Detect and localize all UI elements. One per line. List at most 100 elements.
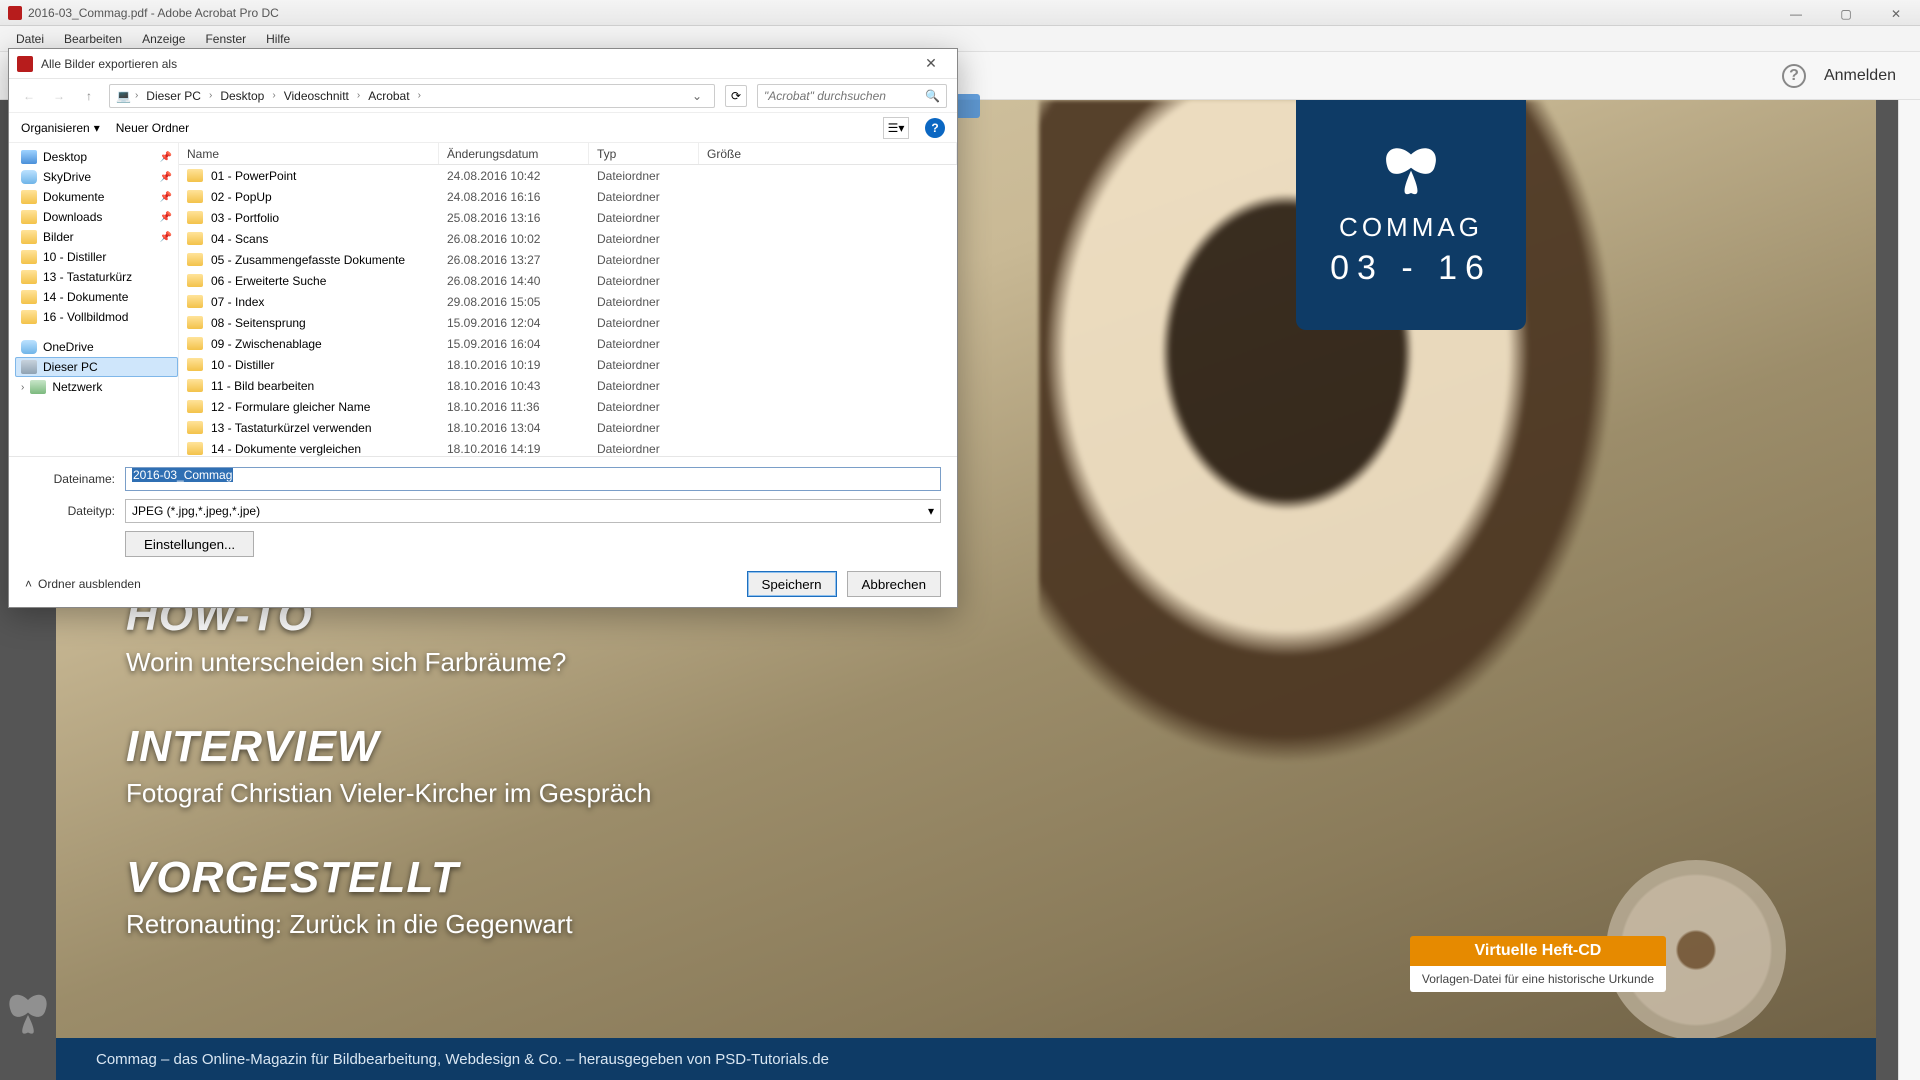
search-icon[interactable]: 🔍 [925, 89, 940, 103]
section-sub: Fotograf Christian Vieler-Kircher im Ges… [126, 778, 651, 809]
file-row[interactable]: 08 - Seitensprung15.09.2016 12:04Dateior… [179, 312, 957, 333]
nav-item[interactable]: 10 - Distiller [15, 247, 178, 267]
nav-item[interactable]: Desktop📌 [15, 147, 178, 167]
nav-back-button[interactable]: ← [19, 86, 39, 106]
nav-item[interactable]: Dokumente📌 [15, 187, 178, 207]
sign-in-link[interactable]: Anmelden [1824, 67, 1896, 85]
file-row[interactable]: 07 - Index29.08.2016 15:05Dateiordner [179, 291, 957, 312]
nav-up-button[interactable]: ↑ [79, 86, 99, 106]
file-row[interactable]: 01 - PowerPoint24.08.2016 10:42Dateiordn… [179, 165, 957, 186]
file-type: Dateiordner [597, 337, 707, 351]
close-app-button[interactable]: ✕ [1878, 4, 1914, 24]
filename-input[interactable]: 2016-03_Commag [125, 467, 941, 491]
butterfly-watermark-icon [3, 990, 53, 1040]
column-headers[interactable]: Name Änderungsdatum Typ Größe [179, 143, 957, 165]
file-row[interactable]: 06 - Erweiterte Suche26.08.2016 14:40Dat… [179, 270, 957, 291]
col-date[interactable]: Änderungsdatum [439, 143, 589, 164]
menu-file[interactable]: Datei [6, 32, 54, 46]
refresh-button[interactable]: ⟳ [725, 85, 747, 107]
settings-button[interactable]: Einstellungen... [125, 531, 254, 557]
dialog-help-icon[interactable]: ? [925, 118, 945, 138]
cd-subtitle: Vorlagen-Datei für eine historische Urku… [1410, 966, 1666, 992]
file-row[interactable]: 09 - Zwischenablage15.09.2016 16:04Datei… [179, 333, 957, 354]
file-row[interactable]: 14 - Dokumente vergleichen18.10.2016 14:… [179, 438, 957, 456]
file-type: Dateiordner [597, 400, 707, 414]
nav-label: Bilder [43, 230, 74, 244]
file-row[interactable]: 02 - PopUp24.08.2016 16:16Dateiordner [179, 186, 957, 207]
chevron-right-icon: › [135, 90, 138, 101]
col-name[interactable]: Name [179, 143, 439, 164]
file-date: 15.09.2016 16:04 [447, 337, 597, 351]
view-mode-button[interactable]: ☰▾ [883, 117, 909, 139]
folder-icon [21, 210, 37, 224]
file-row[interactable]: 11 - Bild bearbeiten18.10.2016 10:43Date… [179, 375, 957, 396]
file-row[interactable]: 04 - Scans26.08.2016 10:02Dateiordner [179, 228, 957, 249]
menu-help[interactable]: Hilfe [256, 32, 300, 46]
nav-item[interactable]: Downloads📌 [15, 207, 178, 227]
pin-icon: 📌 [160, 152, 172, 163]
desktop-icon [21, 150, 37, 164]
file-type: Dateiordner [597, 190, 707, 204]
breadcrumb-dropdown-icon[interactable]: ⌄ [686, 89, 708, 103]
magazine-name: COMMAG [1339, 212, 1483, 243]
file-row[interactable]: 05 - Zusammengefasste Dokumente26.08.201… [179, 249, 957, 270]
app-titlebar: 2016-03_Commag.pdf - Adobe Acrobat Pro D… [0, 0, 1920, 26]
file-list[interactable]: 01 - PowerPoint24.08.2016 10:42Dateiordn… [179, 165, 957, 456]
nav-item[interactable]: OneDrive [15, 337, 178, 357]
help-icon[interactable]: ? [1782, 64, 1806, 88]
col-type[interactable]: Typ [589, 143, 699, 164]
nav-item[interactable]: Bilder📌 [15, 227, 178, 247]
search-box[interactable]: 🔍 [757, 84, 947, 108]
tools-pane-collapsed[interactable] [1898, 100, 1920, 1080]
filename-label: Dateiname: [25, 472, 125, 486]
file-row[interactable]: 10 - Distiller18.10.2016 10:19Dateiordne… [179, 354, 957, 375]
new-folder-button[interactable]: Neuer Ordner [116, 121, 189, 135]
nav-forward-button[interactable]: → [49, 86, 69, 106]
save-button[interactable]: Speichern [747, 571, 837, 597]
file-row[interactable]: 12 - Formulare gleicher Name18.10.2016 1… [179, 396, 957, 417]
crumb[interactable]: Acrobat [364, 89, 413, 103]
file-name: 02 - PopUp [211, 190, 447, 204]
nav-item[interactable]: Dieser PC [15, 357, 178, 377]
file-row[interactable]: 03 - Portfolio25.08.2016 13:16Dateiordne… [179, 207, 957, 228]
menu-window[interactable]: Fenster [195, 32, 256, 46]
section-title: INTERVIEW [126, 722, 651, 772]
pin-icon: 📌 [160, 212, 172, 223]
file-name: 09 - Zwischenablage [211, 337, 447, 351]
file-name: 14 - Dokumente vergleichen [211, 442, 447, 456]
nav-item[interactable]: SkyDrive📌 [15, 167, 178, 187]
pin-icon: 📌 [160, 172, 172, 183]
file-date: 18.10.2016 10:43 [447, 379, 597, 393]
nav-item[interactable]: ›Netzwerk [15, 377, 178, 397]
hide-folders-toggle[interactable]: ˄ Ordner ausblenden [25, 577, 141, 591]
acrobat-icon [8, 6, 22, 20]
maximize-button[interactable]: ▢ [1828, 4, 1864, 24]
search-input[interactable] [764, 89, 925, 103]
menu-view[interactable]: Anzeige [132, 32, 195, 46]
nav-item[interactable]: 16 - Vollbildmod [15, 307, 178, 327]
file-row[interactable]: 13 - Tastaturkürzel verwenden18.10.2016 … [179, 417, 957, 438]
crumb[interactable]: Dieser PC [142, 89, 205, 103]
crumb[interactable]: Videoschnitt [280, 89, 353, 103]
section-sub: Worin unterscheiden sich Farbräume? [126, 647, 651, 678]
cancel-button[interactable]: Abbrechen [847, 571, 941, 597]
menu-edit[interactable]: Bearbeiten [54, 32, 132, 46]
nav-pane[interactable]: Desktop📌SkyDrive📌Dokumente📌Downloads📌Bil… [9, 143, 179, 456]
minimize-button[interactable]: — [1778, 4, 1814, 24]
file-type: Dateiordner [597, 442, 707, 456]
file-name: 13 - Tastaturkürzel verwenden [211, 421, 447, 435]
breadcrumb[interactable]: 💻 › Dieser PC › Desktop › Videoschnitt ›… [109, 84, 715, 108]
close-dialog-button[interactable]: ✕ [913, 53, 949, 75]
organize-button[interactable]: Organisieren ▾ [21, 121, 100, 135]
filetype-select[interactable]: JPEG (*.jpg,*.jpeg,*.jpe) ▾ [125, 499, 941, 523]
chevron-right-icon: › [418, 90, 421, 101]
file-name: 07 - Index [211, 295, 447, 309]
dialog-footer: Dateiname: 2016-03_Commag Dateityp: JPEG… [9, 456, 957, 607]
chevron-right-icon: › [209, 90, 212, 101]
nav-label: OneDrive [43, 340, 94, 354]
file-name: 03 - Portfolio [211, 211, 447, 225]
nav-item[interactable]: 14 - Dokumente [15, 287, 178, 307]
nav-item[interactable]: 13 - Tastaturkürz [15, 267, 178, 287]
crumb[interactable]: Desktop [216, 89, 268, 103]
col-size[interactable]: Größe [699, 143, 957, 164]
